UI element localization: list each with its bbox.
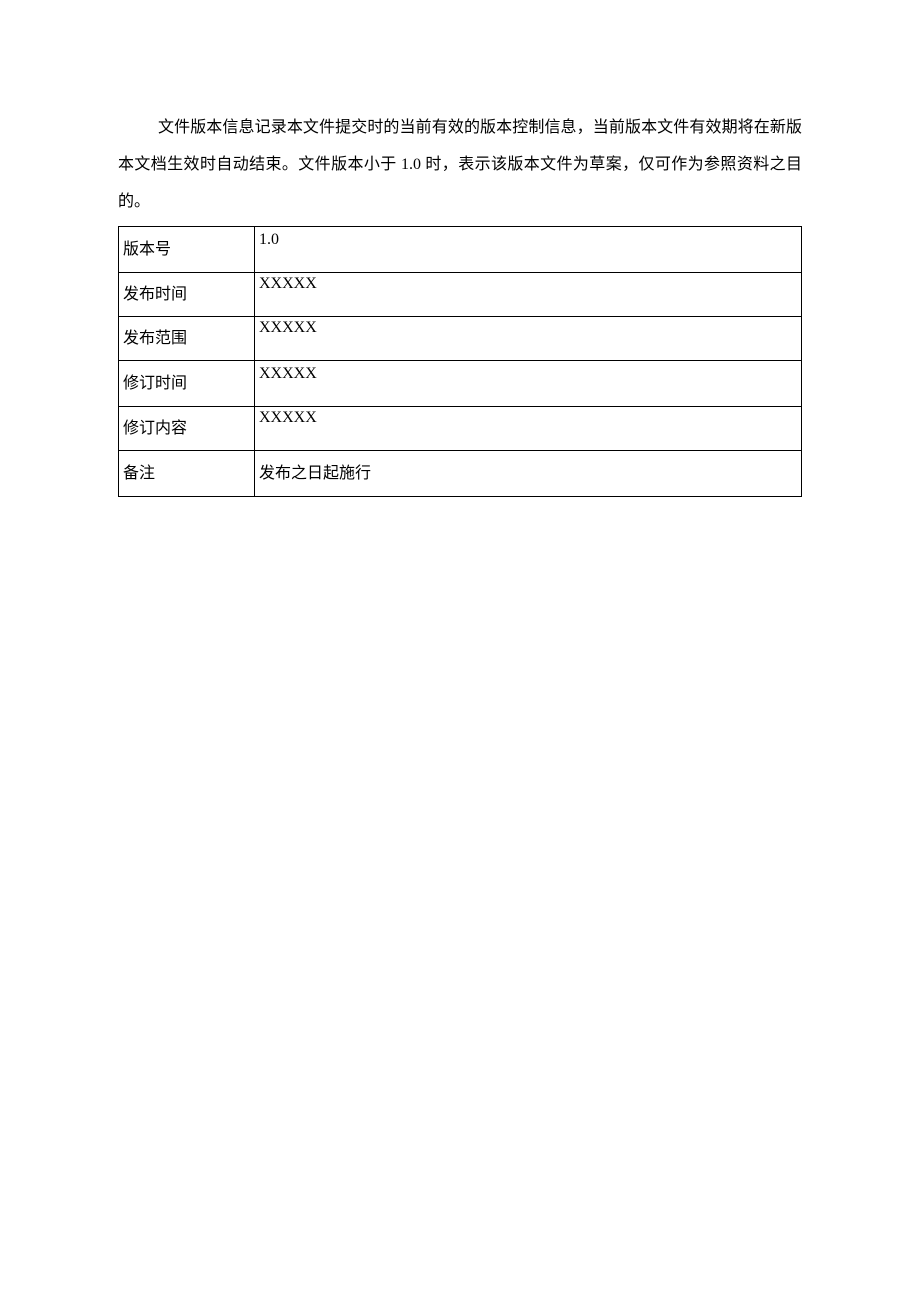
row-label-publish-time: 发布时间 — [119, 273, 255, 317]
row-label-revision-content: 修订内容 — [119, 407, 255, 451]
row-value-version: 1.0 — [255, 227, 802, 273]
row-value-note: 发布之日起施行 — [255, 451, 802, 497]
row-label-note: 备注 — [119, 451, 255, 497]
table-row: 修订时间 XXXXX — [119, 361, 802, 407]
table-row: 发布时间 XXXXX — [119, 273, 802, 317]
table-row: 发布范围 XXXXX — [119, 317, 802, 361]
intro-paragraph: 文件版本信息记录本文件提交时的当前有效的版本控制信息，当前版本文件有效期将在新版… — [118, 110, 802, 220]
row-label-version: 版本号 — [119, 227, 255, 273]
version-info-table: 版本号 1.0 发布时间 XXXXX 发布范围 XXXXX 修订时间 XXXXX… — [118, 226, 802, 497]
table-row: 备注 发布之日起施行 — [119, 451, 802, 497]
row-label-publish-scope: 发布范围 — [119, 317, 255, 361]
row-value-publish-time: XXXXX — [255, 273, 802, 317]
row-value-revision-time: XXXXX — [255, 361, 802, 407]
table-row: 修订内容 XXXXX — [119, 407, 802, 451]
row-value-publish-scope: XXXXX — [255, 317, 802, 361]
row-value-revision-content: XXXXX — [255, 407, 802, 451]
table-row: 版本号 1.0 — [119, 227, 802, 273]
row-label-revision-time: 修订时间 — [119, 361, 255, 407]
